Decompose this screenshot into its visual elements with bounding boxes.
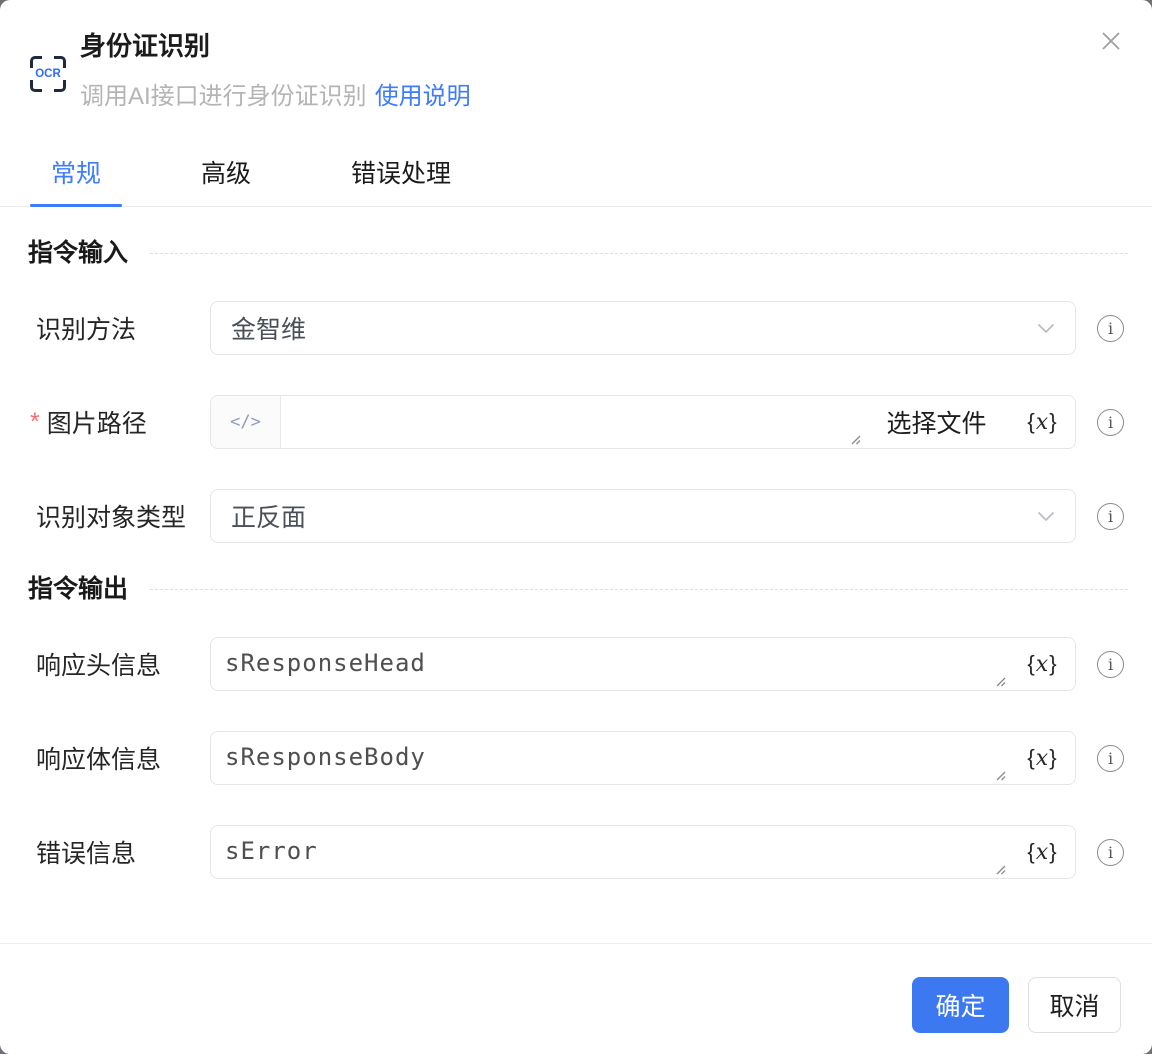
section-dashed-divider <box>150 588 1128 590</box>
insert-variable-button[interactable]: {x} <box>1009 396 1075 448</box>
method-selected-value: 金智维 <box>231 316 307 344</box>
response-head-input-group: sResponseHead {x} <box>210 637 1076 691</box>
field-row-method: 识别方法 金智维 i <box>0 301 1152 355</box>
field-row-target-type: 识别对象类型 正反面 i <box>0 489 1152 543</box>
target-type-selected-value: 正反面 <box>231 504 307 532</box>
section-dashed-divider <box>150 252 1128 254</box>
image-path-label: 图片路径 <box>46 410 147 438</box>
dialog-title: 身份证识别 <box>80 31 211 61</box>
dialog-footer: 确定 取消 <box>0 944 1152 1033</box>
error-input[interactable]: sError <box>211 826 1009 878</box>
dialog-header: OCR 身份证识别 调用AI接口进行身份证识别 使用说明 <box>0 0 1152 112</box>
ocr-scan-icon: OCR <box>30 56 66 92</box>
expression-mode-button[interactable]: </> <box>211 396 280 448</box>
image-path-input-group: </> 选择文件 {x} <box>210 395 1076 449</box>
field-row-error: 错误信息 sError {x} i <box>0 825 1152 879</box>
response-body-input[interactable]: sResponseBody <box>211 732 1009 784</box>
error-label: 错误信息 <box>36 840 137 868</box>
insert-variable-button[interactable]: {x} <box>1009 638 1075 690</box>
method-label: 识别方法 <box>36 316 137 344</box>
idcard-ocr-dialog: OCR 身份证识别 调用AI接口进行身份证识别 使用说明 常规 高级 错误处理 指… <box>0 0 1152 1054</box>
tab-advanced[interactable]: 高级 <box>180 140 272 206</box>
section-title-input: 指令输入 <box>28 239 129 267</box>
section-header-input: 指令输入 <box>0 239 1152 267</box>
dialog-subtitle: 调用AI接口进行身份证识别 使用说明 <box>80 82 471 112</box>
response-head-label: 响应头信息 <box>36 652 162 680</box>
code-icon: </> <box>230 412 261 432</box>
image-path-input[interactable] <box>281 396 864 448</box>
insert-variable-button[interactable]: {x} <box>1009 826 1075 878</box>
target-type-label: 识别对象类型 <box>36 504 187 532</box>
close-button[interactable] <box>1095 25 1127 57</box>
info-icon[interactable]: i <box>1097 744 1124 772</box>
response-body-label: 响应体信息 <box>36 746 162 774</box>
choose-file-button[interactable]: 选择文件 <box>864 396 1009 448</box>
recognition-method-select[interactable]: 金智维 <box>210 301 1076 355</box>
subtitle-text: 调用AI接口进行身份证识别 <box>80 83 367 110</box>
info-icon[interactable]: i <box>1097 502 1124 530</box>
field-row-response-head: 响应头信息 sResponseHead {x} i <box>0 637 1152 691</box>
chevron-down-icon <box>1037 323 1055 333</box>
field-row-image-path: * 图片路径 </> 选择文件 {x} i <box>0 395 1152 449</box>
required-asterisk: * <box>30 407 40 436</box>
info-icon[interactable]: i <box>1097 408 1124 436</box>
info-icon[interactable]: i <box>1097 838 1124 866</box>
tab-bar: 常规 高级 错误处理 <box>0 140 1152 207</box>
response-head-input[interactable]: sResponseHead <box>211 638 1009 690</box>
info-icon[interactable]: i <box>1097 314 1124 342</box>
chevron-down-icon <box>1037 511 1055 521</box>
cancel-button[interactable]: 取消 <box>1028 977 1121 1033</box>
ocr-icon-label: OCR <box>33 68 63 80</box>
section-title-output: 指令输出 <box>28 575 129 603</box>
info-icon[interactable]: i <box>1097 650 1124 678</box>
help-link[interactable]: 使用说明 <box>375 83 471 110</box>
section-header-output: 指令输出 <box>0 575 1152 603</box>
confirm-button[interactable]: 确定 <box>912 977 1009 1033</box>
field-row-response-body: 响应体信息 sResponseBody {x} i <box>0 731 1152 785</box>
insert-variable-button[interactable]: {x} <box>1009 732 1075 784</box>
target-type-select[interactable]: 正反面 <box>210 489 1076 543</box>
tab-error-handling[interactable]: 错误处理 <box>330 140 472 206</box>
error-input-group: sError {x} <box>210 825 1076 879</box>
close-icon <box>1102 32 1120 50</box>
tab-general[interactable]: 常规 <box>30 140 123 207</box>
response-body-input-group: sResponseBody {x} <box>210 731 1076 785</box>
